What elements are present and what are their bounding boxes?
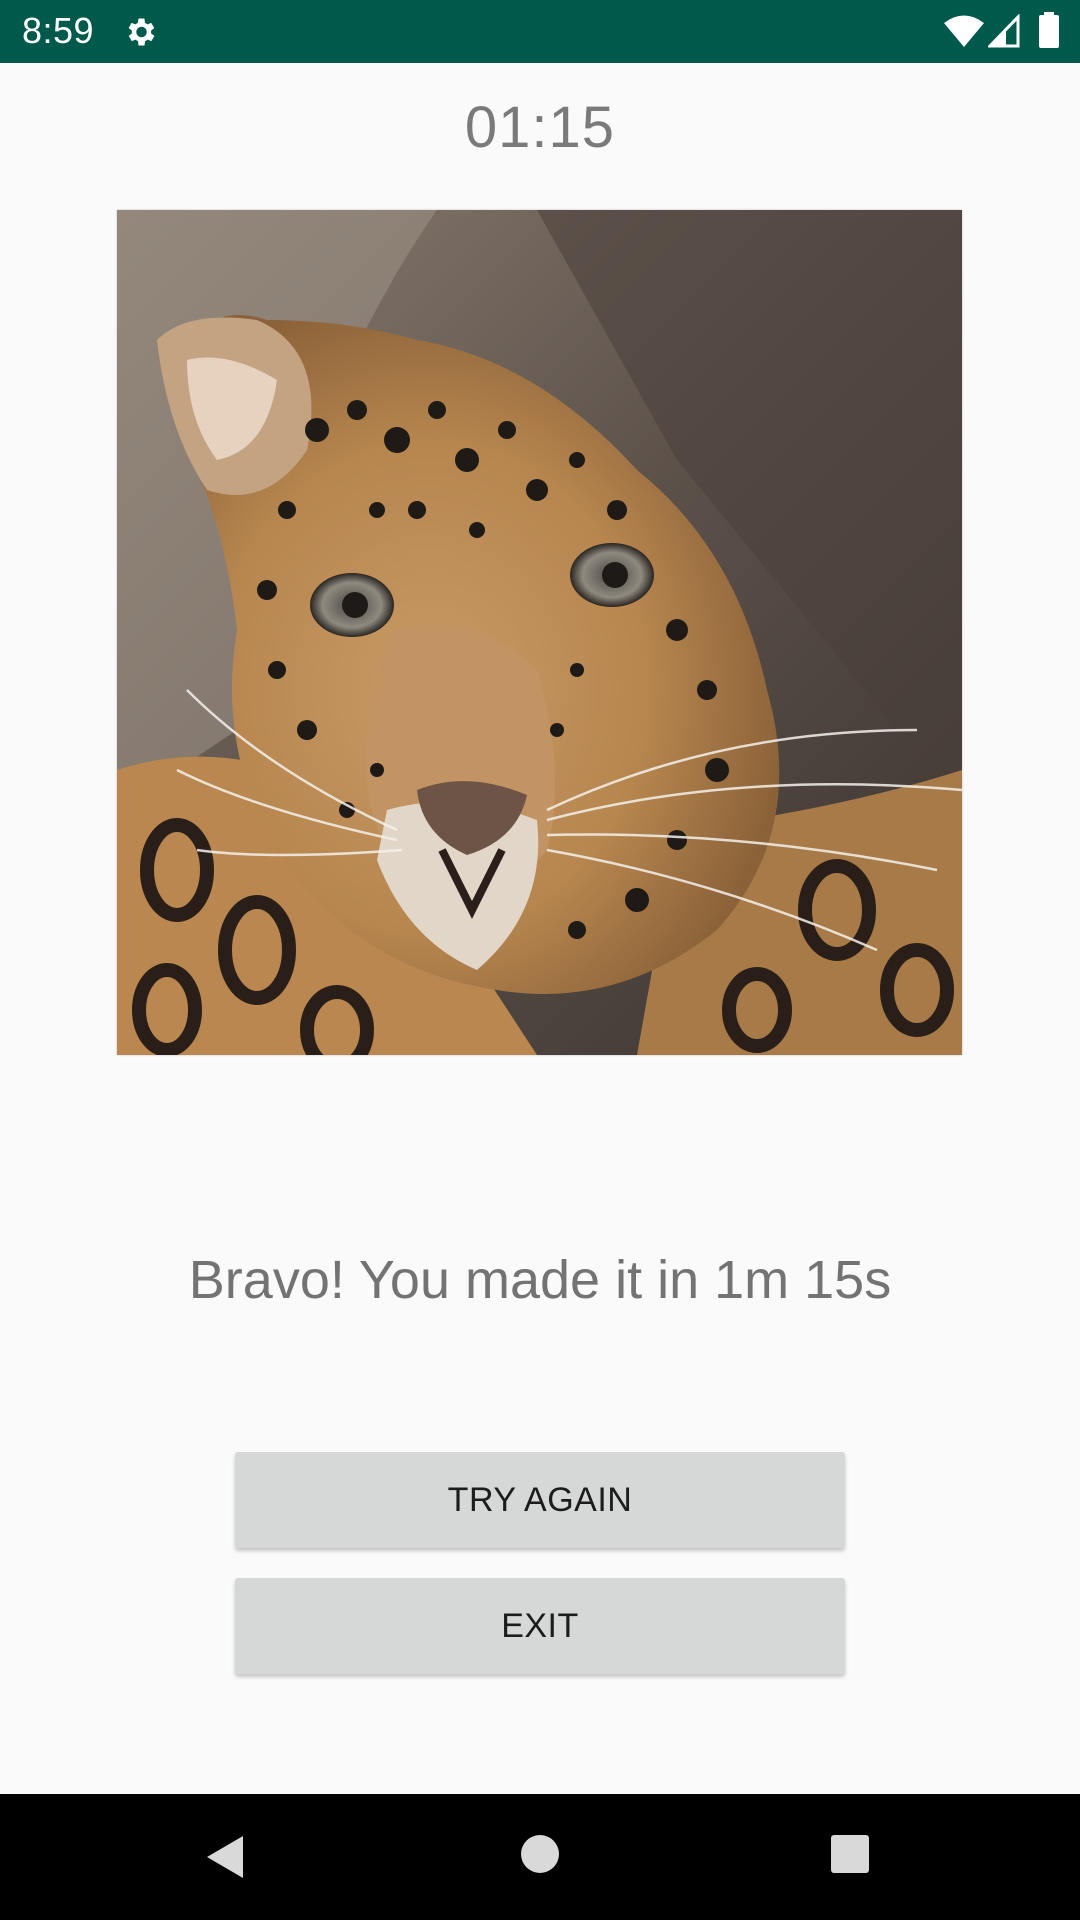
navigation-bar	[0, 1794, 1080, 1920]
gear-icon	[128, 18, 155, 46]
leopard-photo	[117, 210, 962, 1055]
status-bar: 8:59	[0, 0, 1080, 63]
exit-button[interactable]: EXIT	[235, 1578, 845, 1674]
recents-icon[interactable]	[830, 1834, 870, 1874]
cell-signal-icon	[988, 14, 1020, 48]
battery-icon	[1039, 12, 1059, 48]
back-icon[interactable]	[205, 1834, 245, 1880]
leopard-image	[117, 210, 962, 1055]
home-icon[interactable]	[520, 1834, 560, 1874]
try-again-button[interactable]: TRY AGAIN	[235, 1452, 845, 1548]
wifi-icon	[944, 15, 984, 47]
game-timer: 01:15	[464, 95, 616, 160]
result-message: Bravo! You made it in 1m 15s	[188, 1250, 892, 1310]
status-time: 8:59	[22, 10, 95, 51]
